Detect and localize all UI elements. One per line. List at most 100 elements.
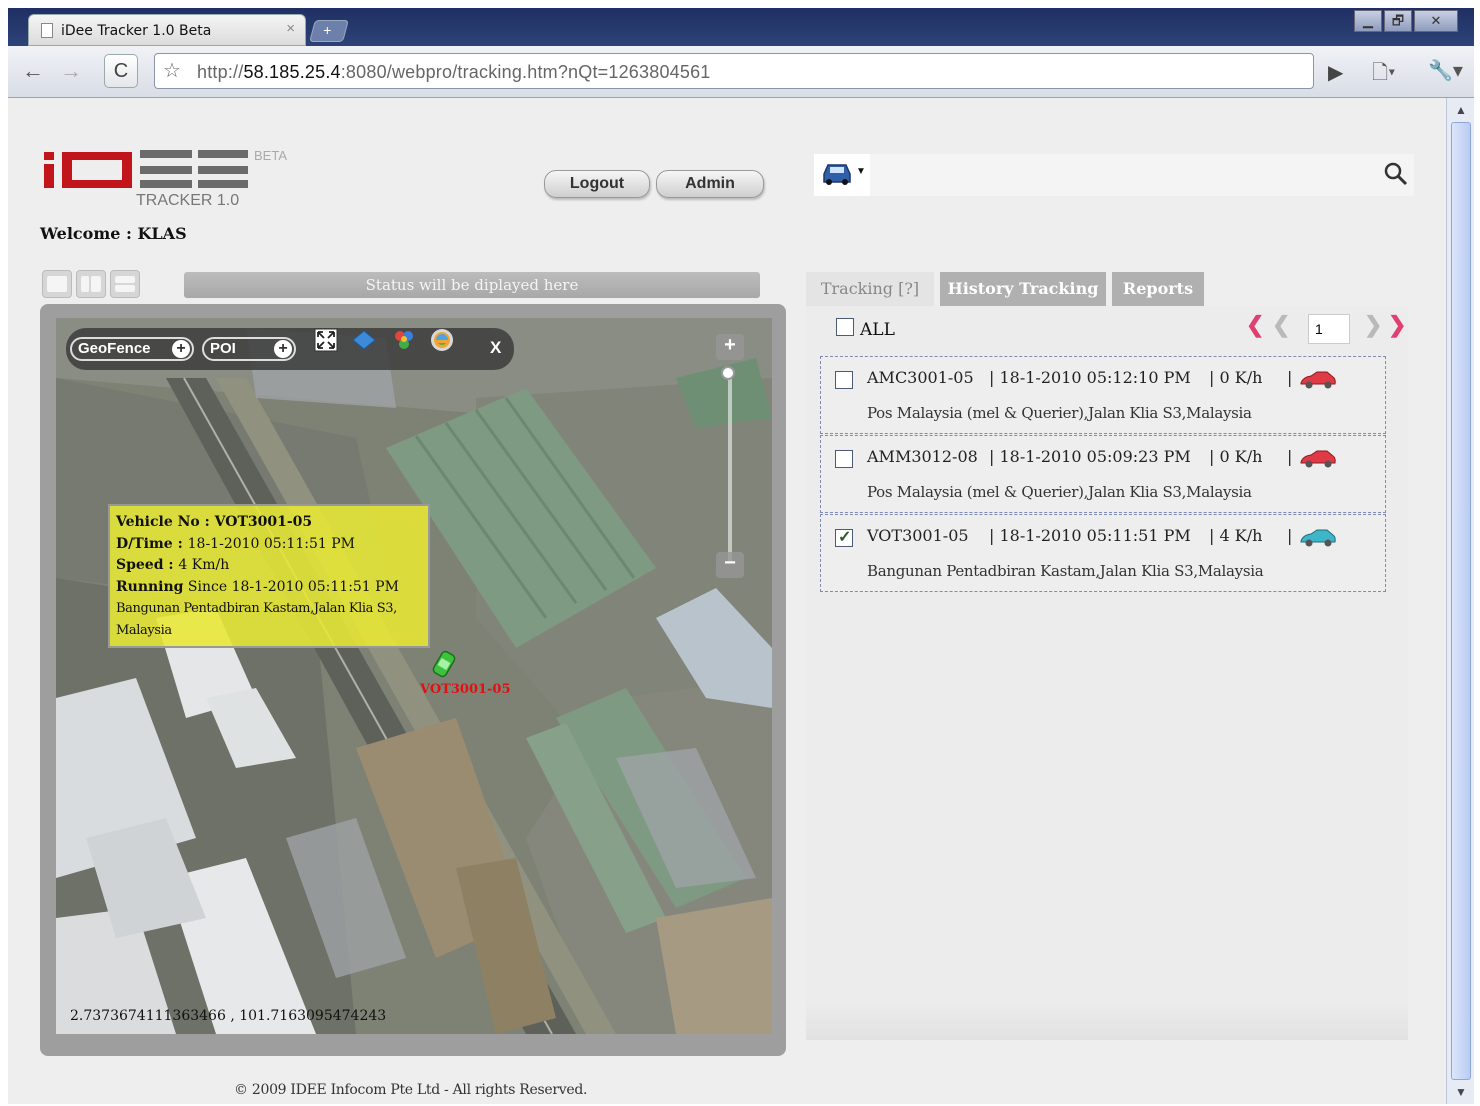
page-number-input[interactable] xyxy=(1308,314,1350,344)
select-all-checkbox[interactable] xyxy=(836,318,854,336)
copyright: © 2009 IDEE Infocom Pte Ltd - All rights… xyxy=(234,1082,588,1098)
map-layer-icon[interactable] xyxy=(352,328,376,352)
next-page-icon[interactable]: ❯ xyxy=(1364,312,1382,338)
satellite-globe-icon[interactable] xyxy=(430,328,454,352)
car-icon xyxy=(823,164,851,185)
map-coordinates: 2.7373674111363466 , 101.7163095474243 xyxy=(70,1008,387,1024)
browser-titlebar: iDee Tracker 1.0 Beta × + ▁ 🗗 ✕ xyxy=(8,8,1474,46)
popup-address: Bangunan Pentadbiran Kastam,Jalan Klia S… xyxy=(116,601,397,638)
chevron-down-icon: ▼ xyxy=(856,166,866,177)
status-bar: Status will be diplayed here xyxy=(184,272,760,298)
vehicle-address: Pos Malaysia (mel & Querier),Jalan Klia … xyxy=(867,404,1252,422)
layout-switcher xyxy=(42,270,140,298)
poi-label: POI xyxy=(210,340,236,357)
new-tab-button[interactable]: + xyxy=(309,20,349,42)
zoom-in-button[interactable]: + xyxy=(716,334,744,360)
zoom-slider-track[interactable] xyxy=(728,372,732,562)
browser-tab[interactable]: iDee Tracker 1.0 Beta × xyxy=(28,14,306,46)
url-host: 58.185.25.4 xyxy=(243,62,341,82)
beta-label: BETA xyxy=(254,148,287,163)
scroll-up-icon[interactable]: ▲ xyxy=(1451,100,1471,120)
zoom-slider-handle[interactable] xyxy=(721,366,735,380)
url-prefix: http:// xyxy=(197,62,244,82)
car-icon xyxy=(1300,529,1336,547)
add-poi-icon[interactable]: + xyxy=(274,340,292,358)
vehicle-row[interactable]: AMC3001-05 | 18-1-2010 05:12:10 PM | 0 K/h… xyxy=(820,356,1386,434)
tab-tracking[interactable]: Tracking [?] xyxy=(806,272,934,306)
satellite-map[interactable]: GeoFence + POI + X + − Vehicle No: VOT3… xyxy=(56,318,772,1034)
logout-button[interactable]: Logout xyxy=(544,170,650,198)
select-all-label: ALL xyxy=(860,320,895,340)
tab-history-tracking[interactable]: History Tracking xyxy=(940,272,1106,306)
url-text: http://58.185.25.4:8080/webpro/tracking.… xyxy=(197,62,711,83)
map-toolbar: GeoFence + POI + X xyxy=(66,328,514,370)
prev-page-icon[interactable]: ❮ xyxy=(1272,312,1290,338)
vehicle-row[interactable]: VOT3001-05| 18-1-2010 05:11:51 PM| 4 K/h… xyxy=(820,514,1386,592)
idee-logo xyxy=(44,146,264,196)
pager: ❮ ❮ ❯ ❯ xyxy=(1246,312,1406,344)
popup-vehicle-line: Vehicle No : VOT3001-05 xyxy=(116,514,313,530)
close-toolbar-icon[interactable]: X xyxy=(490,338,501,358)
popup-speed-line: Speed : 4 Km/h xyxy=(116,557,230,573)
geofence-button[interactable]: GeoFence + xyxy=(70,337,194,361)
vehicle-checkbox[interactable] xyxy=(835,450,853,468)
vehicle-summary: AMM3012-08 | 18-1-2010 05:09:23 PM | 0 K/h… xyxy=(867,447,1293,466)
map-frame: GeoFence + POI + X + − Vehicle No: VOT3… xyxy=(40,304,786,1056)
tab-close-icon[interactable]: × xyxy=(286,20,295,37)
vehicle-list: AMC3001-05 | 18-1-2010 05:12:10 PM | 0 K/h… xyxy=(820,356,1386,593)
scroll-down-icon[interactable]: ▼ xyxy=(1451,1082,1471,1102)
search-icon[interactable] xyxy=(1382,160,1410,188)
admin-button[interactable]: Admin xyxy=(656,170,764,198)
fullscreen-icon[interactable] xyxy=(314,328,338,352)
scroll-thumb[interactable] xyxy=(1451,122,1471,1080)
reload-button[interactable]: C xyxy=(104,54,138,88)
window-controls: ▁ 🗗 ✕ xyxy=(1354,10,1458,32)
url-path: :8080/webpro/tracking.htm?nQt=1263804561 xyxy=(340,62,711,82)
map-vehicle-label[interactable]: VOT3001-05 xyxy=(420,682,511,697)
popup-dtime-line: D/Time : 18-1-2010 05:11:51 PM xyxy=(116,535,355,552)
google-maps-icon[interactable] xyxy=(392,328,416,352)
vehicle-address: Bangunan Pentadbiran Kastam,Jalan Klia S… xyxy=(867,562,1264,580)
vehicle-checkbox[interactable] xyxy=(835,527,853,547)
go-button[interactable]: ▶ xyxy=(1328,60,1343,85)
plus-icon: + xyxy=(323,22,332,38)
welcome-text: Welcome : KLAS xyxy=(40,224,187,243)
zoom-out-button[interactable]: − xyxy=(716,552,744,578)
vehicle-checkbox[interactable] xyxy=(835,371,853,389)
panel-bottom xyxy=(806,1000,1408,1040)
bookmark-star-icon[interactable]: ☆ xyxy=(163,58,181,83)
popup-running-line: Running Since 18-1-2010 05:11:51 PM xyxy=(116,578,399,595)
vehicle-address: Pos Malaysia (mel & Querier),Jalan Klia … xyxy=(867,483,1252,501)
page-menu-icon[interactable]: 🗋▾ xyxy=(1372,58,1395,92)
poi-button[interactable]: POI + xyxy=(202,337,296,361)
maximize-button[interactable]: 🗗 xyxy=(1384,10,1412,32)
tab-reports[interactable]: Reports xyxy=(1112,272,1204,306)
minimize-button[interactable]: ▁ xyxy=(1354,10,1382,32)
close-window-button[interactable]: ✕ xyxy=(1414,10,1458,32)
last-page-icon[interactable]: ❯ xyxy=(1388,312,1406,338)
vehicle-picker[interactable]: ▼ xyxy=(814,154,870,196)
layout-split-button[interactable] xyxy=(76,270,106,298)
forward-button[interactable]: → xyxy=(54,56,88,88)
page-icon xyxy=(41,23,53,38)
browser-toolbar: ← → C ☆ http://58.185.25.4:8080/webpro/t… xyxy=(8,46,1474,98)
vehicle-search[interactable]: ▼ xyxy=(814,154,1414,196)
vehicle-info-popup: Vehicle No : VOT3001-05 D/Time : 18-1-20… xyxy=(108,504,430,648)
first-page-icon[interactable]: ❮ xyxy=(1246,312,1264,338)
wrench-menu-icon[interactable]: 🔧▾ xyxy=(1428,58,1463,83)
add-geofence-icon[interactable]: + xyxy=(172,340,190,358)
layout-list-only-button[interactable] xyxy=(110,270,140,298)
layout-map-only-button[interactable] xyxy=(42,270,72,298)
satellite-imagery xyxy=(56,318,772,1034)
car-icon xyxy=(1300,371,1336,389)
tab-title: iDee Tracker 1.0 Beta xyxy=(61,23,212,39)
tracking-panel: ALL ❮ ❮ ❯ ❯ AMC3001-05| 18-1-2010 05:12:… xyxy=(806,306,1408,1032)
page-scrollbar[interactable]: ▲ ▼ xyxy=(1446,98,1474,1104)
address-bar[interactable]: ☆ http://58.185.25.4:8080/webpro/trackin… xyxy=(154,53,1314,89)
vehicle-summary: AMC3001-05 | 18-1-2010 05:12:10 PM | 0 K/h… xyxy=(867,368,1293,387)
vehicle-row[interactable]: AMM3012-08 | 18-1-2010 05:09:23 PM | 0 K/h… xyxy=(820,435,1386,513)
back-button[interactable]: ← xyxy=(16,56,50,88)
tracker-version: TRACKER 1.0 xyxy=(136,192,240,209)
car-icon xyxy=(1300,450,1336,468)
geofence-label: GeoFence xyxy=(78,340,151,357)
